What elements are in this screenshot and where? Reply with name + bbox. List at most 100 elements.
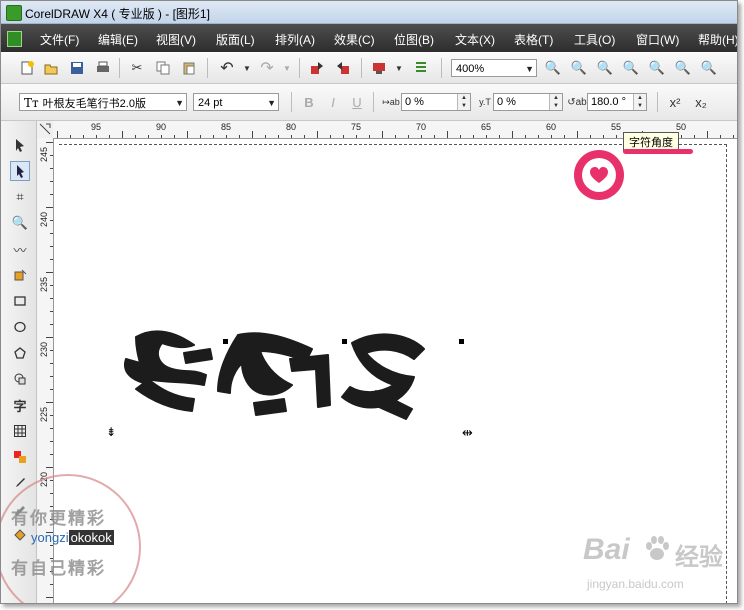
menu-item-1[interactable]: 编辑(E) <box>98 31 138 48</box>
horizontal-shift-field[interactable]: 0 % ▲ ▼ <box>401 93 471 111</box>
redo-dropdown-icon[interactable]: ▼ <box>277 58 297 78</box>
v-ruler-tick <box>50 389 53 390</box>
freehand-tool-icon[interactable]: 〰 <box>10 239 30 259</box>
welcome-screen-icon[interactable] <box>411 58 431 78</box>
spin-arrows-icon[interactable]: ▲ ▼ <box>549 94 562 110</box>
zoom-all-objects-icon[interactable]: 🔍 <box>621 58 641 78</box>
redo-icon[interactable]: ↷ <box>257 58 277 78</box>
ruler-origin[interactable] <box>37 121 54 139</box>
menu-item-3[interactable]: 版面(L) <box>216 31 255 48</box>
polygon-tool-icon[interactable] <box>10 343 30 363</box>
zoom-page-icon[interactable]: 🔍 <box>647 58 667 78</box>
pick-tool-icon[interactable] <box>10 135 30 155</box>
title-bar: CorelDRAW X4 ( 专业版 ) - [图形1] <box>1 1 737 24</box>
zoom-tool-icon[interactable]: 🔍 <box>10 213 30 233</box>
zoom-page-height-icon[interactable]: 🔍 <box>699 58 719 78</box>
ellipse-tool-icon[interactable] <box>10 317 30 337</box>
new-document-icon[interactable] <box>17 58 37 78</box>
font-name-combo[interactable]: Tт 叶根友毛笔行书2.0版 ▼ <box>19 93 187 111</box>
superscript-button[interactable]: x² <box>665 92 685 112</box>
h-ruler-tick <box>525 135 526 138</box>
selection-handle[interactable] <box>342 339 347 344</box>
rectangle-tool-icon[interactable] <box>10 291 30 311</box>
menu-item-4[interactable]: 排列(A) <box>275 31 315 48</box>
spin-arrows-icon[interactable]: ▲ ▼ <box>633 94 646 110</box>
menu-item-7[interactable]: 文本(X) <box>455 31 495 48</box>
h-ruler-tick <box>109 135 110 138</box>
menu-item-8[interactable]: 表格(T) <box>514 31 553 48</box>
h-ruler-tick <box>252 131 253 138</box>
crop-tool-icon[interactable]: ⌗ <box>10 187 30 207</box>
menu-bar: 文件(F) 编辑(E) 视图(V) 版面(L) 排列(A) 效果(C) 位图(B) 文本(X)… <box>1 24 737 52</box>
v-ruler-tick <box>50 415 53 416</box>
toolbar-separator <box>361 58 362 78</box>
selection-handle[interactable] <box>223 339 228 344</box>
menu-item-11[interactable]: 帮助(H) <box>698 31 737 48</box>
h-ruler-tick <box>486 135 487 138</box>
interactive-blend-tool-icon[interactable] <box>10 447 30 467</box>
undo-icon[interactable]: ↶ <box>217 58 237 78</box>
text-line-spacing-handle-icon[interactable]: ⇟ <box>106 425 116 439</box>
standard-toolbar: ✂ ↶ ▼ ↷ ▼ ▼ 400% ▼ 🔍 🔍 🔍 🔍 🔍 🔍 � <box>1 53 737 84</box>
save-icon[interactable] <box>67 58 87 78</box>
application-launcher-icon[interactable] <box>369 58 389 78</box>
selection-handle[interactable] <box>459 339 464 344</box>
cut-icon[interactable]: ✂ <box>127 58 147 78</box>
watermark-line2: yongzi okokok <box>31 530 114 545</box>
launcher-dropdown-icon[interactable]: ▼ <box>389 58 409 78</box>
h-ruler-label: 85 <box>221 122 232 132</box>
table-tool-icon[interactable] <box>10 421 30 441</box>
font-size-combo[interactable]: 24 pt ▼ <box>193 93 279 111</box>
copy-icon[interactable] <box>153 58 173 78</box>
spin-arrows-icon[interactable]: ▲ ▼ <box>457 94 470 110</box>
bold-button[interactable]: B <box>299 92 319 112</box>
menu-item-9[interactable]: 工具(O) <box>574 31 615 48</box>
horizontal-shift-value: 0 % <box>405 96 424 108</box>
v-ruler-tick <box>50 363 53 364</box>
paste-icon[interactable] <box>179 58 199 78</box>
baidu-paw-icon <box>646 536 669 560</box>
zoom-out-icon[interactable]: 🔍 <box>569 58 589 78</box>
h-ruler-tick <box>317 131 318 138</box>
v-ruler-tick <box>46 142 53 143</box>
h-ruler-tick <box>187 131 188 138</box>
rotated-calligraphy-text[interactable] <box>114 319 474 429</box>
h-ruler-tick <box>278 135 279 138</box>
vertical-shift-icon: y.T <box>479 97 491 107</box>
h-ruler-tick <box>447 131 448 138</box>
v-ruler-label: 225 <box>39 406 49 422</box>
character-angle-field[interactable]: 180.0 ° ▲ ▼ <box>587 93 647 111</box>
text-tool-icon[interactable]: 字 <box>10 395 30 415</box>
open-folder-icon[interactable] <box>41 58 61 78</box>
subscript-button[interactable]: x₂ <box>691 92 711 112</box>
vertical-shift-field[interactable]: 0 % ▲ ▼ <box>493 93 563 111</box>
h-ruler-tick <box>83 135 84 138</box>
baidu-brand-cn: 经验 <box>675 544 723 571</box>
zoom-level-combo[interactable]: 400% ▼ <box>451 59 537 77</box>
basic-shapes-tool-icon[interactable] <box>10 369 30 389</box>
chevron-down-icon: ▼ <box>267 98 276 108</box>
import-icon[interactable] <box>307 58 327 78</box>
zoom-in-icon[interactable]: 🔍 <box>543 58 563 78</box>
underline-button[interactable]: U <box>347 92 367 112</box>
menu-item-10[interactable]: 窗口(W) <box>636 31 679 48</box>
h-ruler-tick <box>57 131 58 138</box>
shape-tool-icon[interactable] <box>10 161 30 181</box>
v-ruler-tick <box>46 337 53 338</box>
menu-item-2[interactable]: 视图(V) <box>156 31 196 48</box>
toolbar-separator <box>119 58 120 78</box>
zoom-selected-icon[interactable]: 🔍 <box>595 58 615 78</box>
h-ruler-tick <box>239 135 240 138</box>
document-icon[interactable] <box>7 31 22 47</box>
zoom-page-width-icon[interactable]: 🔍 <box>673 58 693 78</box>
menu-item-0[interactable]: 文件(F) <box>40 31 79 48</box>
export-icon[interactable] <box>333 58 353 78</box>
italic-button[interactable]: I <box>323 92 343 112</box>
menu-item-6[interactable]: 位图(B) <box>394 31 434 48</box>
toolbar-separator <box>207 58 208 78</box>
menu-item-5[interactable]: 效果(C) <box>334 31 375 48</box>
smart-fill-tool-icon[interactable] <box>10 265 30 285</box>
undo-dropdown-icon[interactable]: ▼ <box>237 58 257 78</box>
print-icon[interactable] <box>93 58 113 78</box>
text-char-spacing-handle-icon[interactable]: ⇹ <box>462 425 473 441</box>
